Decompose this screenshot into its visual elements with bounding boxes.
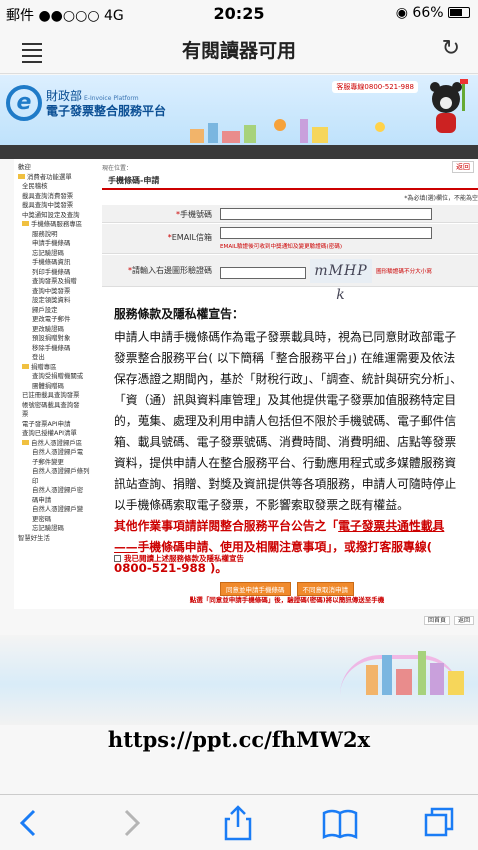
footer-city-icon	[366, 651, 464, 695]
org-english: E-Invoice Platform	[84, 95, 139, 102]
captcha-note: 圖形驗證碼不分大小寫	[376, 269, 432, 275]
folder-icon	[18, 173, 25, 179]
sidebar-item[interactable]: 自然人憑證歸戶區	[14, 439, 96, 449]
sidebar-item[interactable]: 更密碼	[14, 515, 96, 525]
sidebar-item[interactable]: 全民稽核	[14, 182, 96, 192]
status-bar: 郵件 ●●○○○ 4G 20:25 ◉ 66%	[0, 0, 478, 28]
phone-label: 手機號碼	[180, 210, 212, 219]
sidebar-item[interactable]: 查詢中獎發票	[14, 287, 96, 297]
sidebar-item[interactable]: 智慧好生活	[14, 534, 96, 544]
terms-body: 申請人申請手機條碼作為電子發票載具時，視為已同意財政部電子發票整合服務平台( 以…	[114, 330, 463, 512]
sidebar-item[interactable]: 帳號密碼載具查詢發	[14, 401, 96, 411]
reload-icon[interactable]: ↻	[442, 36, 460, 61]
bottom-nav-links: 回首頁 返回	[422, 615, 474, 625]
terms-notice: 其他作業事項請詳閱整合服務平台公告之「	[114, 519, 339, 533]
browser-toolbar	[0, 794, 478, 850]
platform-name: 電子發票整合服務平台	[46, 104, 167, 118]
home-link[interactable]: 回首頁	[424, 616, 451, 625]
sidebar-item[interactable]: 印	[14, 477, 96, 487]
agree-label: 我已閱讀上述服務條款及隱私權宣告	[124, 554, 244, 563]
sidebar-item[interactable]: 登出	[14, 353, 96, 363]
org-name: 財政部	[46, 89, 83, 103]
sidebar-welcome: 歡迎	[18, 163, 31, 171]
forward-arrow-icon[interactable]	[110, 803, 150, 843]
top-divider	[0, 145, 478, 159]
sidebar-item[interactable]: 服務說明	[14, 230, 96, 240]
sidebar-item[interactable]: 忘記驗證碼	[14, 249, 96, 259]
sidebar-item[interactable]: 自然人憑證歸戶密	[14, 486, 96, 496]
sidebar-item[interactable]: 子郵件變更	[14, 458, 96, 468]
bookmarks-icon[interactable]	[320, 803, 360, 843]
captcha-label: 請輸入右邊圖形驗證碼	[132, 266, 212, 275]
sidebar-item[interactable]: 載具查詢消費發票	[14, 192, 96, 202]
battery-percent: 66%	[412, 5, 444, 21]
required-note: *為必填(選)欄位，不能為空	[404, 195, 478, 202]
folder-icon	[22, 363, 29, 369]
folder-icon	[22, 221, 29, 226]
sidebar-item[interactable]: 更改驗證碼	[14, 325, 96, 335]
captcha-image[interactable]: mMHP k	[310, 259, 372, 303]
share-icon[interactable]	[218, 803, 258, 843]
battery-icon	[448, 7, 470, 18]
sidebar-item[interactable]: 歸戶設定	[14, 306, 96, 316]
terms-notice-2: 手機條碼申請、使用及相關注意事項」，	[137, 540, 345, 554]
sidebar-item[interactable]: 中獎通知設定及查詢	[14, 211, 96, 221]
back-button-top[interactable]: 返回	[452, 161, 474, 173]
sidebar-item[interactable]: 自然人憑證歸戶電	[14, 448, 96, 458]
sidebar-item[interactable]: 設定領獎資料	[14, 296, 96, 306]
einvoice-logo-icon[interactable]: e	[6, 85, 42, 121]
captcha-row: *請輸入右邊圖形驗證碼 mMHP k 圖形驗證碼不分大小寫	[102, 255, 478, 303]
sidebar-item[interactable]: 列印手機條碼	[14, 268, 96, 278]
reader-available-title[interactable]: 有閱讀器可用	[0, 36, 478, 63]
url-overlay: https://ppt.cc/fhMW2x	[107, 727, 371, 752]
sidebar-item[interactable]: 查詢已授權API清單	[14, 429, 96, 439]
city-skyline-icon	[190, 119, 385, 143]
sidebar-item[interactable]: 手機條碼服務專區	[14, 220, 96, 230]
service-phone: 客服專線0800-521-988	[332, 81, 418, 93]
sidebar-item[interactable]: 票	[14, 410, 96, 420]
terms-section: 服務條款及隱私權宣告： 申請人申請手機條碼作為電子發票載具時，視為已同意財政部電…	[114, 304, 462, 579]
sidebar-item[interactable]: 忘記驗證碼	[14, 524, 96, 534]
sidebar-item[interactable]: 手機條碼資訊	[14, 258, 96, 268]
captcha-input[interactable]	[220, 267, 306, 279]
battery-fill	[450, 9, 462, 16]
form-title: 手機條碼-申請	[102, 173, 478, 190]
breadcrumb: 現在位置：	[102, 165, 133, 172]
email-input[interactable]	[220, 227, 432, 239]
phone-input[interactable]	[220, 208, 432, 220]
sidebar-item[interactable]: 團體捐贈碼	[14, 382, 96, 392]
sidebar-item[interactable]: 電子發票API申請	[14, 420, 96, 430]
sidebar-item[interactable]: 申請手機條碼	[14, 239, 96, 249]
page-footer	[0, 635, 478, 725]
back-arrow-icon[interactable]	[10, 803, 50, 843]
tabs-icon[interactable]	[420, 803, 460, 843]
email-label: EMAIL信箱	[171, 233, 212, 242]
sidebar-item[interactable]: 自然人憑證歸戶條列	[14, 467, 96, 477]
sidebar-item[interactable]: 載具查詢中獎發票	[14, 201, 96, 211]
sidebar-item[interactable]: 消費者功能選單	[14, 173, 96, 183]
email-note: EMAIL驗證後可收到中獎通知及變更驗證碼(密碼)	[220, 244, 343, 250]
terms-heading: 服務條款及隱私權宣告：	[114, 307, 244, 321]
sidebar-item[interactable]: 自然人憑證歸戶變	[14, 505, 96, 515]
sidebar-item[interactable]: 預設捐贈對象	[14, 334, 96, 344]
site-banner: e 財政部 E-Invoice Platform 電子發票整合服務平台 客服專線0…	[0, 75, 478, 145]
folder-icon	[22, 439, 29, 445]
sidebar-item[interactable]: 捐贈專區	[14, 363, 96, 373]
web-page: e 財政部 E-Invoice Platform 電子發票整合服務平台 客服專線0…	[0, 75, 478, 793]
browser-navbar: 有閱讀器可用 ↻	[0, 28, 478, 74]
sidebar-menu: 歡迎 消費者功能選單 全民稽核 載具查詢消費發票 載具查詢中獎發票 中獎通知設定及查詢手…	[14, 159, 96, 609]
sms-hint: 點選「同意並申請手機條碼」後，驗證碼(密碼)將以簡訊傳送至手機	[189, 596, 385, 604]
sidebar-item[interactable]: 查詢發票及捐贈	[14, 277, 96, 287]
sidebar-item[interactable]: 已註冊載具查詢發票	[14, 391, 96, 401]
sidebar-item[interactable]: 更改電子郵件	[14, 315, 96, 325]
agree-checkbox[interactable]	[114, 555, 121, 562]
sidebar-item[interactable]: 查詢受捐贈機關或	[14, 372, 96, 382]
agree-row[interactable]: 我已閱讀上述服務條款及隱私權宣告	[114, 553, 244, 564]
mascot-bear-icon	[430, 79, 468, 133]
sidebar-item[interactable]: 移除手機條碼	[14, 344, 96, 354]
back-link[interactable]: 返回	[453, 616, 474, 625]
email-row: *EMAIL信箱 EMAIL驗證後可收到中獎通知及變更驗證碼(密碼)	[102, 224, 478, 254]
sidebar-item[interactable]: 碼申請	[14, 496, 96, 506]
phone-row: *手機號碼	[102, 205, 478, 223]
